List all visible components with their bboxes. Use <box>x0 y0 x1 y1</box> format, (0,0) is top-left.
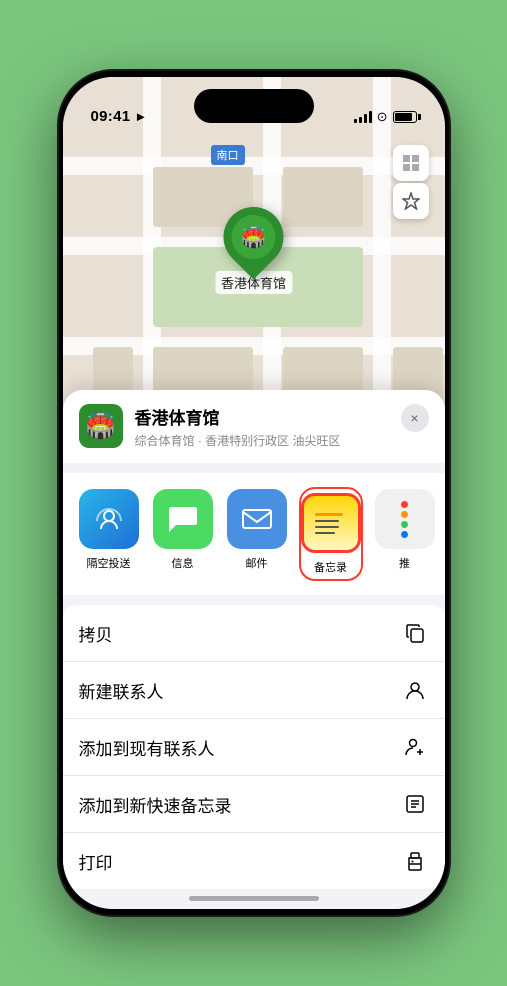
place-header: 🏟️ 香港体育馆 综合体育馆 · 香港特别行政区 油尖旺区 × <box>63 390 445 463</box>
place-info: 香港体育馆 综合体育馆 · 香港特别行政区 油尖旺区 <box>135 404 389 449</box>
close-button[interactable]: × <box>401 404 429 432</box>
dot-red <box>401 501 408 508</box>
notes-line-3 <box>315 526 339 528</box>
action-add-contact[interactable]: 添加到现有联系人 <box>63 719 445 776</box>
print-icon <box>401 847 429 875</box>
status-time: 09:41 <box>91 108 131 125</box>
more-label: 推 <box>399 555 410 571</box>
mail-label: 邮件 <box>246 555 268 571</box>
signal-bar-4 <box>369 111 372 123</box>
action-new-contact-label: 新建联系人 <box>79 678 164 703</box>
dot-blue <box>401 531 408 538</box>
action-quick-note-label: 添加到新快速备忘录 <box>79 792 232 817</box>
memo-icon <box>401 790 429 818</box>
pin-circle: 🏟️ <box>211 195 296 280</box>
mail-icon <box>227 489 287 549</box>
action-print-label: 打印 <box>79 849 113 874</box>
share-item-notes[interactable]: 备忘录 <box>301 489 361 579</box>
notes-icon <box>301 493 361 553</box>
more-icon <box>375 489 435 549</box>
airdrop-label: 隔空投送 <box>87 555 131 571</box>
more-dots <box>401 501 408 538</box>
place-description: 综合体育馆 · 香港特别行政区 油尖旺区 <box>135 432 389 449</box>
dot-green <box>401 521 408 528</box>
map-block <box>283 167 363 227</box>
location-icon: ► <box>134 109 147 124</box>
action-list: 拷贝 新建联系人 <box>63 605 445 889</box>
action-copy-label: 拷贝 <box>79 621 113 646</box>
airdrop-icon <box>79 489 139 549</box>
signal-bars <box>354 111 372 123</box>
dot-orange <box>401 511 408 518</box>
signal-bar-3 <box>364 114 367 123</box>
person-icon <box>401 676 429 704</box>
signal-bar-1 <box>354 119 357 123</box>
map-controls <box>393 145 429 219</box>
dynamic-island <box>194 89 314 123</box>
copy-icon <box>401 619 429 647</box>
share-item-message[interactable]: 信息 <box>153 489 213 579</box>
share-item-airdrop[interactable]: 隔空投送 <box>79 489 139 579</box>
message-label: 信息 <box>172 555 194 571</box>
message-icon <box>153 489 213 549</box>
share-row: 隔空投送 信息 <box>63 473 445 595</box>
notes-label: 备忘录 <box>314 559 347 575</box>
action-new-contact[interactable]: 新建联系人 <box>63 662 445 719</box>
pin-inner: 🏟️ <box>231 215 275 259</box>
battery-icon <box>393 111 417 123</box>
action-add-contact-label: 添加到现有联系人 <box>79 735 215 760</box>
map-type-button[interactable] <box>393 145 429 181</box>
north-label: 南口 <box>211 145 245 165</box>
phone-screen: 09:41 ► ⊙ <box>63 77 445 909</box>
notes-lines <box>315 513 347 534</box>
home-indicator <box>189 896 319 901</box>
battery-fill <box>395 113 412 121</box>
location-button[interactable] <box>393 183 429 219</box>
action-print[interactable]: 打印 <box>63 833 445 889</box>
notes-line-1 <box>315 513 343 516</box>
action-quick-note[interactable]: 添加到新快速备忘录 <box>63 776 445 833</box>
notes-line-4 <box>315 532 335 534</box>
signal-bar-2 <box>359 117 362 123</box>
phone-frame: 09:41 ► ⊙ <box>59 71 449 915</box>
share-item-mail[interactable]: 邮件 <box>227 489 287 579</box>
share-item-more[interactable]: 推 <box>375 489 435 579</box>
place-name: 香港体育馆 <box>135 404 389 429</box>
place-icon: 🏟️ <box>79 404 123 448</box>
action-copy[interactable]: 拷贝 <box>63 605 445 662</box>
person-add-icon <box>401 733 429 761</box>
location-pin: 🏟️ 香港体育馆 <box>215 207 292 294</box>
status-icons: ⊙ <box>354 109 417 125</box>
bottom-sheet: 🏟️ 香港体育馆 综合体育馆 · 香港特别行政区 油尖旺区 × <box>63 390 445 909</box>
notes-line-2 <box>315 520 339 522</box>
wifi-icon: ⊙ <box>377 109 388 125</box>
